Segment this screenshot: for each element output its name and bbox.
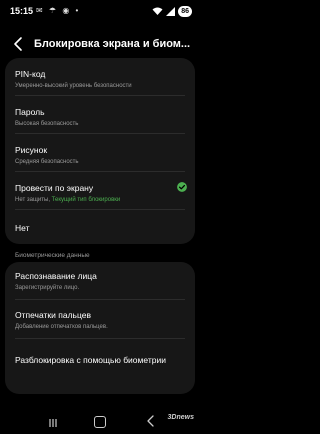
option-swipe[interactable]: Провести по экрану Нет защиты, Текущий т… xyxy=(5,172,195,209)
option-subtitle: Высокая безопасность xyxy=(15,121,79,127)
option-subtitle: Умеренно-высокий уровень безопасности xyxy=(15,83,132,89)
watermark-logo: 3Dnews xyxy=(167,414,194,421)
option-title: PIN-код xyxy=(15,69,46,79)
biometrics-face[interactable]: Распознавание лица Зарегистрируйте лицо. xyxy=(5,262,195,299)
status-time: 15:15 xyxy=(10,6,34,16)
lock-type-card: PIN-код Умеренно-высокий уровень безопас… xyxy=(5,58,195,244)
biometrics-card: Распознавание лица Зарегистрируйте лицо.… xyxy=(5,262,195,394)
option-title: Разблокировка с помощью биометрии xyxy=(15,355,166,365)
signal-icon xyxy=(166,6,176,16)
option-subtitle: Добавление отпечатков пальцев. xyxy=(15,324,108,330)
wifi-icon xyxy=(152,7,163,15)
option-title: Нет xyxy=(15,223,30,233)
option-title: Отпечатки пальцев xyxy=(15,310,91,320)
page-title: Блокировка экрана и биом... xyxy=(34,38,191,50)
check-icon xyxy=(177,182,187,192)
notification-icons: ✉ ☂ ◉ • xyxy=(36,6,81,15)
option-title: Рисунок xyxy=(15,145,48,155)
option-password[interactable]: Пароль Высокая безопасность xyxy=(5,96,195,133)
option-subtitle: Зарегистрируйте лицо. xyxy=(15,285,80,291)
back-arrow-icon[interactable] xyxy=(10,35,28,53)
option-subtitle: Нет защиты, Текущий тип блокировки xyxy=(15,197,120,203)
option-none[interactable]: Нет xyxy=(5,210,195,244)
option-title: Распознавание лица xyxy=(15,271,97,281)
subtitle-prefix: Нет защиты, xyxy=(15,197,50,203)
option-title: Провести по экрану xyxy=(15,183,94,193)
app-header: Блокировка экрана и биом... xyxy=(0,32,200,58)
battery-icon: 86 xyxy=(178,5,192,17)
section-label-biometrics: Биометрические данные xyxy=(15,252,90,259)
back-icon[interactable] xyxy=(146,415,156,427)
current-lock-label: Текущий тип блокировки xyxy=(51,197,121,203)
status-icons: 86 xyxy=(152,5,192,17)
option-pattern[interactable]: Рисунок Средняя безопасность xyxy=(5,134,195,171)
option-title: Пароль xyxy=(15,107,45,117)
navigation-bar xyxy=(0,408,200,434)
biometrics-unlock[interactable]: Разблокировка с помощью биометрии xyxy=(5,339,195,394)
option-subtitle: Средняя безопасность xyxy=(15,159,79,165)
biometrics-fingerprint[interactable]: Отпечатки пальцев Добавление отпечатков … xyxy=(5,300,195,338)
option-pin[interactable]: PIN-код Умеренно-высокий уровень безопас… xyxy=(5,58,195,95)
home-icon[interactable] xyxy=(94,416,106,428)
recent-apps-icon[interactable] xyxy=(48,418,58,428)
status-bar: 15:15 ✉ ☂ ◉ • 86 xyxy=(0,0,200,24)
